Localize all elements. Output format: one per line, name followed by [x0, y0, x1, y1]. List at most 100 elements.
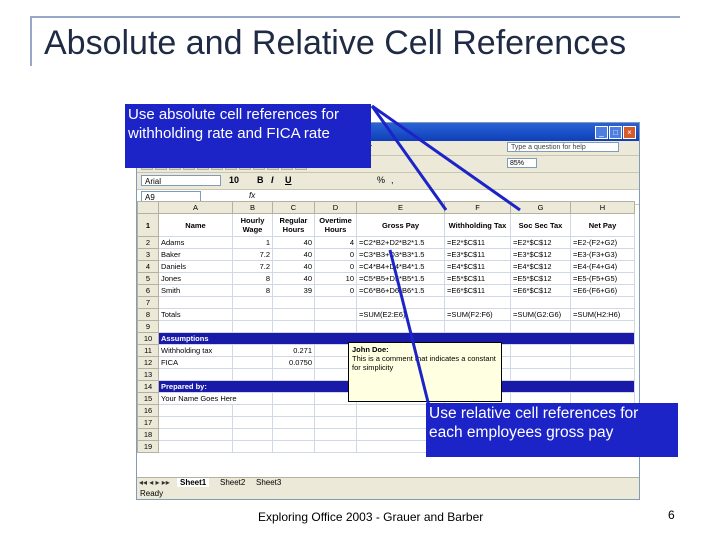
- row-header[interactable]: 19: [137, 440, 159, 453]
- cell[interactable]: =E3*$C$11: [444, 248, 511, 261]
- row-header[interactable]: 17: [137, 416, 159, 429]
- row-header[interactable]: 12: [137, 356, 159, 369]
- cell[interactable]: [232, 440, 273, 453]
- cell[interactable]: Name: [158, 213, 233, 237]
- cell[interactable]: 8: [232, 284, 273, 297]
- cell[interactable]: [510, 356, 571, 369]
- row-header[interactable]: 8: [137, 308, 159, 321]
- row-header[interactable]: 15: [137, 392, 159, 405]
- cell[interactable]: [232, 308, 273, 321]
- cell[interactable]: Net Pay: [570, 213, 635, 237]
- cell[interactable]: [314, 320, 357, 333]
- cell[interactable]: [510, 320, 571, 333]
- column-header[interactable]: D: [314, 201, 357, 214]
- cell[interactable]: =C2*B2+D2*B2*1.5: [356, 236, 445, 249]
- cell[interactable]: [510, 344, 571, 357]
- row-header[interactable]: 10: [137, 332, 159, 345]
- cell[interactable]: 40: [272, 248, 315, 261]
- cell[interactable]: [232, 296, 273, 309]
- row-header[interactable]: 1: [137, 213, 159, 237]
- cell[interactable]: 1: [232, 236, 273, 249]
- row-header[interactable]: 18: [137, 428, 159, 441]
- minimize-icon[interactable]: _: [595, 126, 608, 139]
- cell[interactable]: [356, 296, 445, 309]
- cell[interactable]: Your Name Goes Here: [158, 392, 273, 405]
- cell[interactable]: =SUM(H2:H6): [570, 308, 635, 321]
- italic-button[interactable]: I: [271, 175, 274, 185]
- cell[interactable]: Smith: [158, 284, 233, 297]
- cell[interactable]: [570, 320, 635, 333]
- cell[interactable]: =C4*B4+D4*B4*1.5: [356, 260, 445, 273]
- cell[interactable]: =SUM(G2:G6): [510, 308, 571, 321]
- cell[interactable]: =E6-(F6+G6): [570, 284, 635, 297]
- bold-button[interactable]: B: [257, 175, 264, 185]
- cell[interactable]: [272, 308, 315, 321]
- cell[interactable]: [232, 404, 273, 417]
- row-header[interactable]: 4: [137, 260, 159, 273]
- cell[interactable]: Regular Hours: [272, 213, 315, 237]
- row-header[interactable]: 9: [137, 320, 159, 333]
- cell[interactable]: [444, 320, 511, 333]
- column-header[interactable]: A: [158, 201, 233, 214]
- cell[interactable]: [272, 416, 315, 429]
- percent-style-button[interactable]: %: [377, 175, 385, 185]
- cell[interactable]: [158, 416, 233, 429]
- cell[interactable]: Withholding Tax: [444, 213, 511, 237]
- cell[interactable]: [272, 392, 315, 405]
- cell[interactable]: [510, 296, 571, 309]
- cell[interactable]: =E5*$C$11: [444, 272, 511, 285]
- cell[interactable]: 40: [272, 260, 315, 273]
- cell[interactable]: [232, 416, 273, 429]
- cell[interactable]: Soc Sec Tax: [510, 213, 571, 237]
- cell[interactable]: =E6*$C$12: [510, 284, 571, 297]
- cell[interactable]: [232, 356, 273, 369]
- font-name-select[interactable]: Arial: [141, 175, 221, 186]
- cell[interactable]: [158, 404, 233, 417]
- cell[interactable]: [314, 440, 357, 453]
- cell[interactable]: Hourly Wage: [232, 213, 273, 237]
- zoom-select[interactable]: 85%: [507, 158, 537, 168]
- sheet-tab-2[interactable]: Sheet2: [217, 478, 248, 487]
- cell[interactable]: =E2*$C$12: [510, 236, 571, 249]
- cell[interactable]: Jones: [158, 272, 233, 285]
- row-header[interactable]: 2: [137, 236, 159, 249]
- cell[interactable]: [158, 296, 233, 309]
- cell[interactable]: 0.0750: [272, 356, 315, 369]
- cell[interactable]: 7.2: [232, 260, 273, 273]
- column-header[interactable]: B: [232, 201, 273, 214]
- cell[interactable]: 0: [314, 284, 357, 297]
- cell[interactable]: [570, 356, 635, 369]
- cell[interactable]: [158, 428, 233, 441]
- close-icon[interactable]: ×: [623, 126, 636, 139]
- cell[interactable]: [314, 428, 357, 441]
- row-header[interactable]: 7: [137, 296, 159, 309]
- cell[interactable]: Adams: [158, 236, 233, 249]
- sheet-tab-1[interactable]: Sheet1: [177, 478, 210, 487]
- cell[interactable]: [314, 404, 357, 417]
- cell[interactable]: [356, 320, 445, 333]
- font-size-select[interactable]: 10: [229, 175, 239, 185]
- cell[interactable]: [272, 428, 315, 441]
- row-header[interactable]: 16: [137, 404, 159, 417]
- help-search-input[interactable]: Type a question for help: [507, 142, 619, 152]
- row-header[interactable]: 11: [137, 344, 159, 357]
- column-header[interactable]: H: [570, 201, 635, 214]
- cell[interactable]: 0.271: [272, 344, 315, 357]
- cell[interactable]: [314, 308, 357, 321]
- select-all-corner[interactable]: [137, 201, 159, 214]
- cell[interactable]: [570, 344, 635, 357]
- sheet-tab-3[interactable]: Sheet3: [253, 478, 284, 487]
- cell[interactable]: =E6*$C$11: [444, 284, 511, 297]
- cell[interactable]: 4: [314, 236, 357, 249]
- cell[interactable]: =E3*$C$12: [510, 248, 571, 261]
- cell[interactable]: =SUM(F2:F6): [444, 308, 511, 321]
- row-header[interactable]: 3: [137, 248, 159, 261]
- cell[interactable]: [510, 368, 571, 381]
- cell[interactable]: [314, 296, 357, 309]
- cell[interactable]: =C3*B3+D3*B3*1.5: [356, 248, 445, 261]
- row-header[interactable]: 14: [137, 380, 159, 393]
- row-header[interactable]: 5: [137, 272, 159, 285]
- cell[interactable]: =C6*B6+D6*B6*1.5: [356, 284, 445, 297]
- column-header[interactable]: F: [444, 201, 511, 214]
- cell[interactable]: [272, 368, 315, 381]
